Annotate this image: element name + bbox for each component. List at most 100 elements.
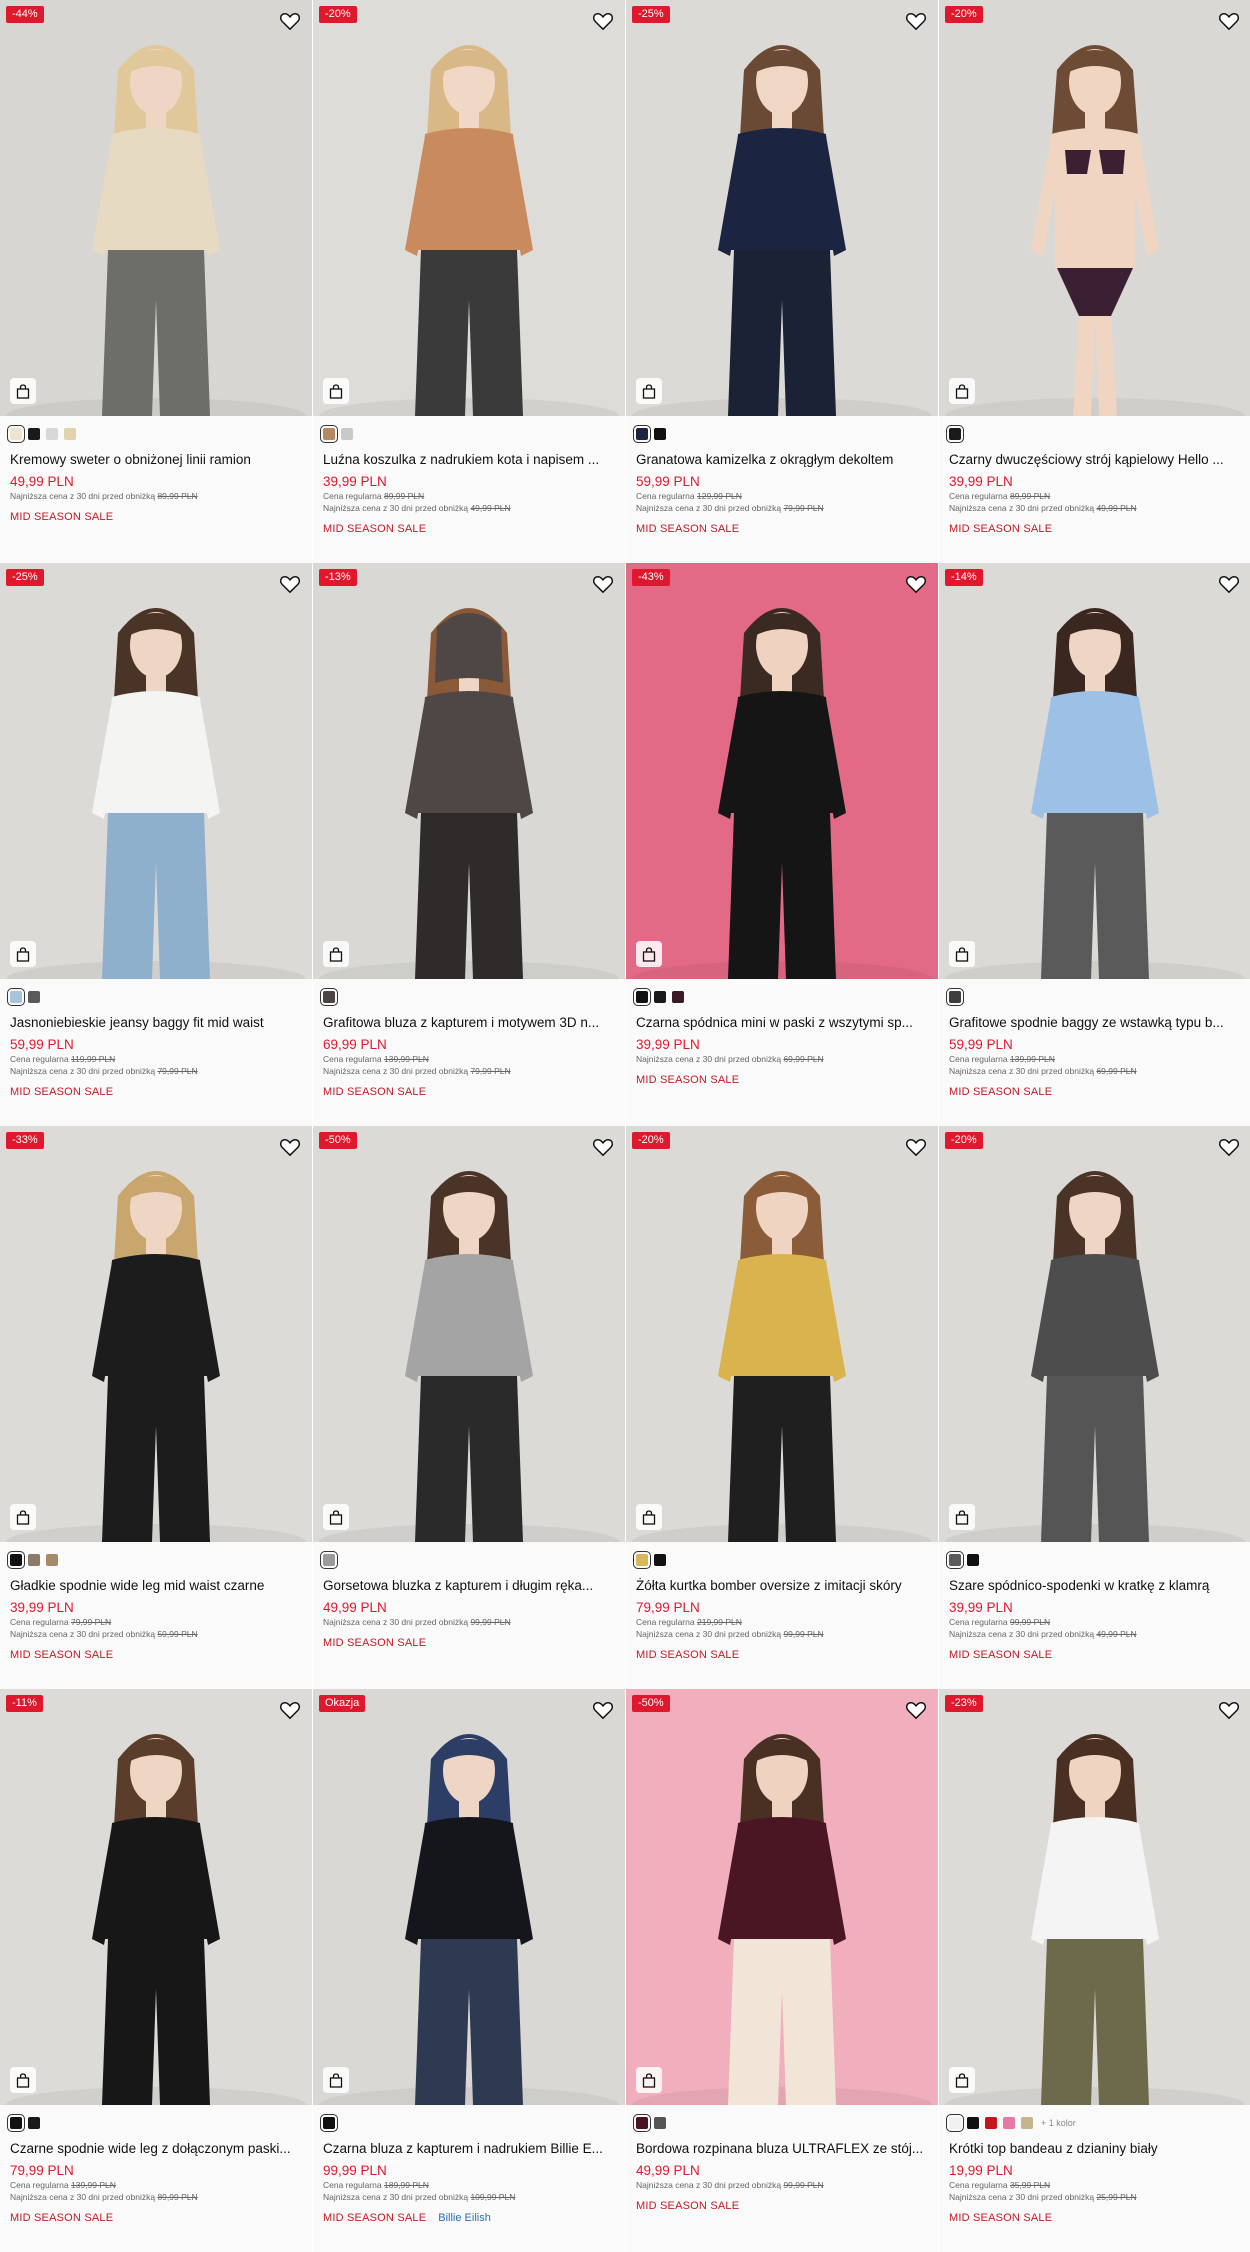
product-image[interactable]: -23% [939, 1689, 1250, 2105]
add-to-cart-button[interactable] [636, 2067, 662, 2093]
product-image[interactable]: -20% [626, 1126, 938, 1542]
product-photo[interactable] [313, 563, 625, 979]
color-swatch[interactable] [967, 2117, 979, 2129]
color-swatch[interactable] [633, 425, 651, 443]
product-image[interactable]: -25% [0, 563, 312, 979]
color-swatch[interactable] [46, 1554, 58, 1566]
add-to-cart-button[interactable] [10, 1504, 36, 1530]
product-photo[interactable] [0, 1126, 312, 1542]
product-image[interactable]: -20% [939, 1126, 1250, 1542]
product-title[interactable]: Gorsetowa bluzka z kapturem i długim ręk… [323, 1577, 615, 1595]
product-title[interactable]: Krótki top bandeau z dzianiny biały [949, 2140, 1240, 2158]
product-card[interactable]: -20% Szare spódnico-spodenki w kratkę z … [939, 1126, 1250, 1689]
color-swatch[interactable] [7, 988, 25, 1006]
color-swatch[interactable] [46, 428, 58, 440]
product-photo[interactable] [313, 1689, 625, 2105]
add-to-cart-button[interactable] [636, 1504, 662, 1530]
product-image[interactable]: -13% [313, 563, 625, 979]
product-title[interactable]: Czarny dwuczęściowy strój kąpielowy Hell… [949, 451, 1240, 469]
color-swatch[interactable] [672, 991, 684, 1003]
product-photo[interactable] [626, 1689, 938, 2105]
add-to-cart-button[interactable] [10, 378, 36, 404]
color-swatch[interactable] [1003, 2117, 1015, 2129]
product-title[interactable]: Grafitowa bluza z kapturem i motywem 3D … [323, 1014, 615, 1032]
color-swatch[interactable] [320, 988, 338, 1006]
product-photo[interactable] [313, 0, 625, 416]
product-card[interactable]: -14% Grafitowe spodnie baggy ze wstawką … [939, 563, 1250, 1126]
product-photo[interactable] [939, 0, 1250, 416]
color-swatch[interactable] [633, 988, 651, 1006]
product-image[interactable]: -43% [626, 563, 938, 979]
color-swatch[interactable] [7, 2114, 25, 2132]
product-title[interactable]: Granatowa kamizelka z okrągłym dekoltem [636, 451, 928, 469]
product-image[interactable]: -50% [313, 1126, 625, 1542]
product-photo[interactable] [313, 1126, 625, 1542]
add-to-cart-button[interactable] [636, 378, 662, 404]
product-title[interactable]: Czarna bluza z kapturem i nadrukiem Bill… [323, 2140, 615, 2158]
product-card[interactable]: -23% + 1 kolor Krótki top bandeau z dzia… [939, 1689, 1250, 2252]
add-to-cart-button[interactable] [636, 941, 662, 967]
product-card[interactable]: -20% Luźna koszulka z nadrukiem kota i n… [313, 0, 625, 563]
product-card[interactable]: -50% Bordowa rozpinana bluza ULTRAFLEX z… [626, 1689, 938, 2252]
heart-icon[interactable] [1218, 1137, 1240, 1157]
heart-icon[interactable] [592, 574, 614, 594]
more-colors-label[interactable]: + 1 kolor [1041, 2118, 1076, 2128]
product-image[interactable]: -50% [626, 1689, 938, 2105]
product-photo[interactable] [626, 563, 938, 979]
product-card[interactable]: -25% Jasnoniebieskie jeansy baggy fit mi… [0, 563, 312, 1126]
product-image[interactable]: -25% [626, 0, 938, 416]
product-photo[interactable] [0, 563, 312, 979]
product-image[interactable]: -20% [939, 0, 1250, 416]
heart-icon[interactable] [592, 11, 614, 31]
add-to-cart-button[interactable] [323, 2067, 349, 2093]
add-to-cart-button[interactable] [323, 941, 349, 967]
product-title[interactable]: Grafitowe spodnie baggy ze wstawką typu … [949, 1014, 1240, 1032]
color-swatch[interactable] [28, 428, 40, 440]
heart-icon[interactable] [279, 1700, 301, 1720]
color-swatch[interactable] [946, 988, 964, 1006]
product-title[interactable]: Kremowy sweter o obniżonej linii ramion [10, 451, 302, 469]
product-title[interactable]: Luźna koszulka z nadrukiem kota i napise… [323, 451, 615, 469]
product-photo[interactable] [939, 563, 1250, 979]
product-title[interactable]: Gładkie spodnie wide leg mid waist czarn… [10, 1577, 302, 1595]
product-card[interactable]: -44% Kremowy sweter o obniżonej linii ra… [0, 0, 312, 563]
product-title[interactable]: Czarne spodnie wide leg z dołączonym pas… [10, 2140, 302, 2158]
product-card[interactable]: -43% Czarna spódnica mini w paski z wszy… [626, 563, 938, 1126]
color-swatch[interactable] [946, 2114, 964, 2132]
color-swatch[interactable] [633, 1551, 651, 1569]
heart-icon[interactable] [905, 11, 927, 31]
add-to-cart-button[interactable] [323, 1504, 349, 1530]
product-card[interactable]: -11% Czarne spodnie wide leg z dołączony… [0, 1689, 312, 2252]
color-swatch[interactable] [320, 425, 338, 443]
heart-icon[interactable] [905, 574, 927, 594]
heart-icon[interactable] [279, 11, 301, 31]
add-to-cart-button[interactable] [949, 941, 975, 967]
add-to-cart-button[interactable] [10, 941, 36, 967]
heart-icon[interactable] [1218, 11, 1240, 31]
color-swatch[interactable] [7, 1551, 25, 1569]
product-image[interactable]: -44% [0, 0, 312, 416]
heart-icon[interactable] [1218, 1700, 1240, 1720]
color-swatch[interactable] [946, 1551, 964, 1569]
product-image[interactable]: -11% [0, 1689, 312, 2105]
color-swatch[interactable] [28, 991, 40, 1003]
collab-link[interactable]: Billie Eilish [438, 2212, 491, 2224]
product-photo[interactable] [0, 1689, 312, 2105]
product-card[interactable]: -33% Gładkie spodnie wide leg mid waist … [0, 1126, 312, 1689]
product-card[interactable]: -50% Gorsetowa bluzka z kapturem i długi… [313, 1126, 625, 1689]
color-swatch[interactable] [985, 2117, 997, 2129]
product-title[interactable]: Bordowa rozpinana bluza ULTRAFLEX ze stó… [636, 2140, 928, 2158]
color-swatch[interactable] [967, 1554, 979, 1566]
product-title[interactable]: Żółta kurtka bomber oversize z imitacji … [636, 1577, 928, 1595]
add-to-cart-button[interactable] [949, 1504, 975, 1530]
product-card[interactable]: -25% Granatowa kamizelka z okrągłym deko… [626, 0, 938, 563]
product-photo[interactable] [939, 1126, 1250, 1542]
heart-icon[interactable] [279, 574, 301, 594]
product-title[interactable]: Szare spódnico-spodenki w kratkę z klamr… [949, 1577, 1240, 1595]
heart-icon[interactable] [905, 1137, 927, 1157]
product-photo[interactable] [0, 0, 312, 416]
color-swatch[interactable] [28, 2117, 40, 2129]
product-photo[interactable] [939, 1689, 1250, 2105]
color-swatch[interactable] [654, 2117, 666, 2129]
product-photo[interactable] [626, 0, 938, 416]
